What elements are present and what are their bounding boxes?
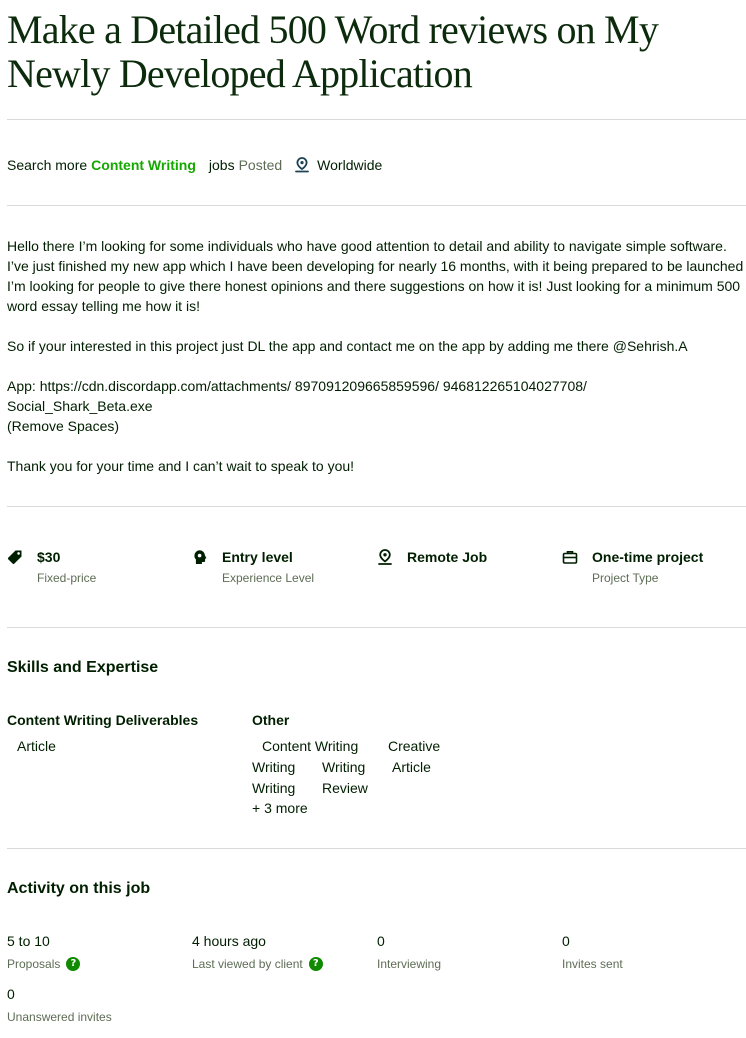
job-description: Hello there I’m looking for some individ… [7, 236, 746, 476]
feature-value: Remote Job [407, 549, 488, 565]
remove-spaces-note: (Remove Spaces) [7, 418, 120, 434]
invites-sent-value: 0 [562, 933, 570, 949]
activity-label-text: Proposals [7, 957, 61, 971]
unanswered-invites-label: Unanswered invites [7, 1010, 112, 1024]
skill-badge[interactable]: Content Writing [262, 737, 358, 755]
last-viewed-label: Last viewed by client ? [192, 956, 323, 972]
activity-label-text: Last viewed by client [192, 957, 303, 971]
description-paragraph: Hello there I’m looking for some individ… [7, 238, 744, 314]
location-label: Worldwide [317, 157, 383, 173]
proposals-label: Proposals ? [7, 956, 81, 972]
description-paragraph: Thank you for your time and I can’t wait… [7, 458, 355, 474]
feature-label: Fixed-price [37, 571, 97, 585]
skill-badge[interactable]: Writing [322, 758, 365, 776]
app-link-line: App: https://cdn.discordapp.com/attachme… [7, 378, 587, 394]
feature-value: One-time project [592, 549, 704, 565]
price-tag-icon [7, 549, 23, 565]
invites-sent-label: Invites sent [562, 957, 623, 971]
divider [7, 848, 746, 849]
interviewing-label: Interviewing [377, 957, 442, 971]
help-icon[interactable]: ? [308, 957, 323, 971]
posted-label: Posted [238, 157, 283, 173]
search-more-label: Search more [7, 157, 88, 173]
skill-badge-text: Writing [252, 780, 296, 796]
more-skills-link[interactable]: + 3 more [252, 799, 308, 817]
activity-heading: Activity on this job [7, 880, 151, 897]
feature-value: Entry level [222, 549, 293, 565]
divider [7, 627, 746, 628]
feature-label: Project Type [592, 571, 659, 585]
feature-label: Experience Level [222, 571, 315, 585]
job-title: Make a Detailed 500 Word reviews on My N… [7, 7, 659, 96]
skill-badge[interactable]: Article [392, 758, 431, 776]
proposals-value: 5 to 10 [7, 933, 50, 949]
location-pin-icon [377, 549, 393, 565]
briefcase-icon [562, 549, 578, 565]
feature-value: $30 [37, 549, 61, 565]
last-viewed-value: 4 hours ago [192, 933, 266, 949]
skill-badge-text: Writing [252, 759, 296, 775]
jobs-label: jobs [208, 157, 235, 173]
app-file-line: Social_Shark_Beta.exe [7, 398, 153, 414]
unanswered-invites-value: 0 [7, 986, 15, 1002]
skill-badge[interactable]: Creative [388, 737, 440, 755]
skill-badge[interactable]: Article [17, 737, 56, 755]
skills-heading: Skills and Expertise [7, 659, 159, 676]
brain-head-icon [192, 549, 208, 565]
interviewing-value: 0 [377, 933, 385, 949]
help-icon[interactable]: ? [66, 957, 81, 971]
job-meta-row: Search more Content Writing jobs Posted … [7, 156, 382, 174]
divider [7, 506, 746, 507]
location-pin-icon [295, 157, 310, 173]
skill-badge-text: Review [322, 780, 368, 796]
divider [7, 205, 746, 206]
description-paragraph: So if your interested in this project ju… [7, 338, 688, 354]
divider [7, 119, 746, 120]
skill-group-title: Content Writing Deliverables [7, 712, 199, 728]
category-link[interactable]: Content Writing [91, 156, 196, 174]
skill-group-title: Other [252, 712, 290, 728]
